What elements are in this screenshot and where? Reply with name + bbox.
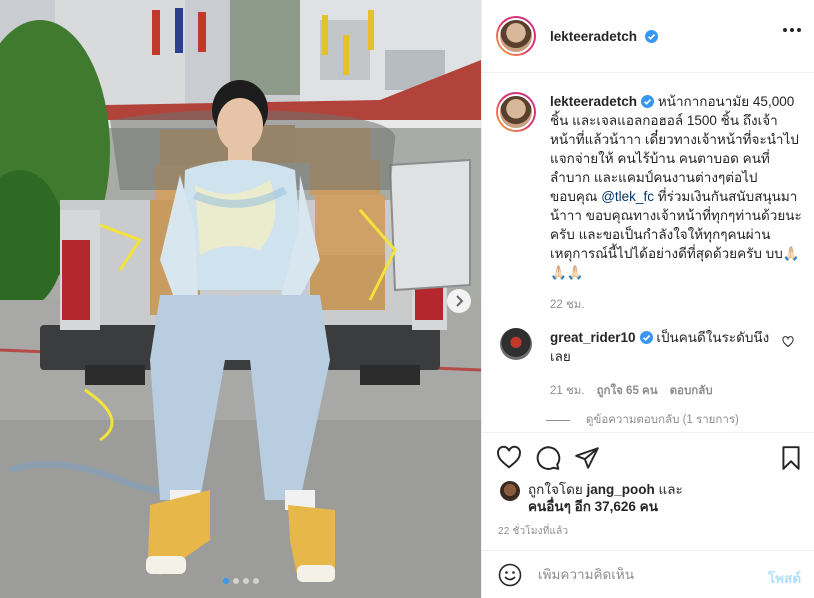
carousel-dot bbox=[252, 578, 259, 584]
comment-like-heart-icon[interactable] bbox=[782, 336, 794, 348]
chevron-right-icon bbox=[456, 295, 464, 307]
caption-username[interactable]: lekteeradetch bbox=[550, 94, 637, 109]
liked-by-prefix: ถูกใจโดย bbox=[528, 482, 587, 497]
comment-input[interactable] bbox=[538, 567, 738, 582]
liked-by-and: และ bbox=[654, 482, 683, 497]
verified-badge-icon bbox=[644, 29, 658, 43]
comment-icon[interactable] bbox=[535, 445, 561, 471]
caption-body: lekteeradetch หน้ากากอนามัย 45,000 ชิ้น … bbox=[550, 92, 806, 315]
caption-mention-link[interactable]: @tlek_fc bbox=[601, 189, 654, 204]
more-options-icon[interactable] bbox=[783, 28, 801, 32]
post-dialog: lekteeradetch lekteeradetch หน้ากากอนามั… bbox=[0, 0, 814, 598]
commenter-avatar[interactable] bbox=[500, 328, 532, 360]
author-username[interactable]: lekteeradetch bbox=[550, 29, 658, 44]
post-photo[interactable] bbox=[0, 0, 481, 598]
view-replies-button[interactable]: ดูข้อความตอบกลับ (1 รายการ) bbox=[546, 411, 739, 429]
next-photo-button[interactable] bbox=[447, 289, 471, 313]
emoji-icon[interactable] bbox=[498, 563, 522, 587]
liker-avatar[interactable] bbox=[500, 481, 520, 501]
caption: lekteeradetch หน้ากากอนามัย 45,000 ชิ้น … bbox=[496, 92, 806, 315]
post-side-panel: lekteeradetch lekteeradetch หน้ากากอนามั… bbox=[481, 0, 814, 598]
comment-body: great_rider10 เป็นคนดีในระดับนึงเลย 21 ช… bbox=[550, 328, 770, 401]
caption-avatar[interactable] bbox=[496, 92, 536, 132]
commenter-username[interactable]: great_rider10 bbox=[550, 330, 636, 345]
view-replies-label: ดูข้อความตอบกลับ (1 รายการ) bbox=[586, 414, 739, 426]
comment-timestamp[interactable]: 21 ชม. bbox=[550, 382, 585, 401]
caption-text: lekteeradetch หน้ากากอนามัย 45,000 ชิ้น … bbox=[550, 92, 806, 282]
likes-count-button[interactable]: คนอื่นๆ อีก 37,626 คน bbox=[528, 499, 658, 514]
carousel-dot bbox=[222, 578, 229, 584]
comments-section: lekteeradetch หน้ากากอนามัย 45,000 ชิ้น … bbox=[482, 74, 814, 432]
carousel-indicator bbox=[0, 578, 481, 584]
verified-badge-icon bbox=[639, 331, 653, 344]
replies-divider-line bbox=[546, 419, 570, 421]
post-comment-button[interactable]: โพสต์ bbox=[768, 567, 801, 589]
send-icon[interactable] bbox=[574, 445, 600, 471]
comment-meta: 21 ชม. ถูกใจ 65 คน ตอบกลับ bbox=[550, 382, 770, 401]
heart-icon[interactable] bbox=[496, 445, 522, 471]
caption-text-part-1: หน้ากากอนามัย 45,000 ชิ้น และเจลแอลกอฮอล… bbox=[550, 94, 799, 204]
liked-by-text: ถูกใจโดย jang_pooh และ คนอื่นๆ อีก 37,62… bbox=[528, 481, 683, 515]
carousel-dot bbox=[232, 578, 239, 584]
comment-item: great_rider10 เป็นคนดีในระดับนึงเลย 21 ช… bbox=[496, 328, 806, 401]
post-actions: ถูกใจโดย jang_pooh และ คนอื่นๆ อีก 37,62… bbox=[482, 432, 814, 550]
comment-likes-count[interactable]: ถูกใจ 65 คน bbox=[597, 382, 658, 401]
action-icons-row bbox=[496, 445, 806, 471]
author-avatar[interactable] bbox=[496, 16, 536, 56]
reply-button[interactable]: ตอบกลับ bbox=[670, 382, 713, 401]
verified-badge-icon bbox=[641, 95, 655, 108]
caption-timestamp[interactable]: 22 ชม. bbox=[550, 296, 806, 315]
post-header: lekteeradetch bbox=[482, 0, 814, 73]
liker-username[interactable]: jang_pooh bbox=[587, 482, 655, 497]
bookmark-icon[interactable] bbox=[778, 445, 804, 471]
liked-by: ถูกใจโดย jang_pooh และ คนอื่นๆ อีก 37,62… bbox=[500, 481, 800, 515]
add-comment-bar: โพสต์ bbox=[482, 550, 814, 598]
photo-scene bbox=[0, 0, 481, 598]
post-timestamp[interactable]: 22 ชั่วโมงที่แล้ว bbox=[498, 524, 568, 539]
carousel-dot bbox=[242, 578, 249, 584]
